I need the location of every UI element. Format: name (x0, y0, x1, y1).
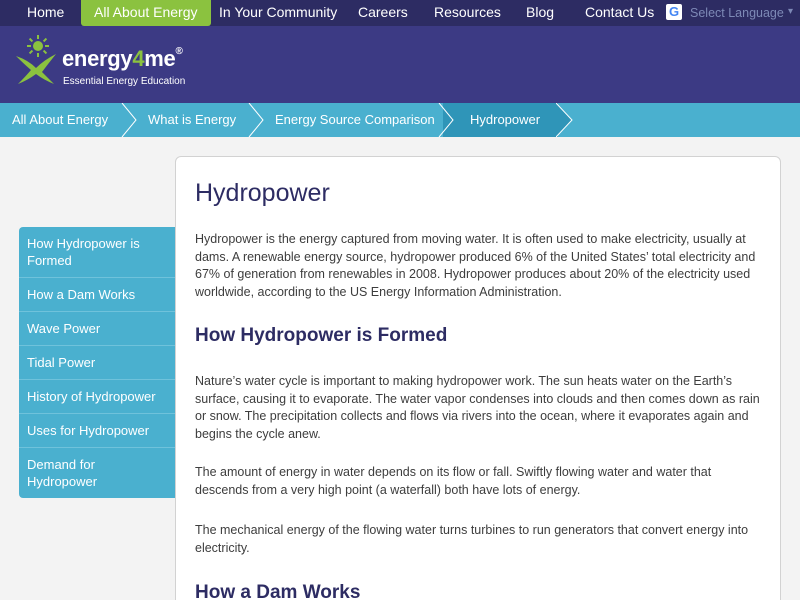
section-sidebar: How Hydropower is Formed How a Dam Works… (19, 227, 175, 498)
breadcrumb-chevron-icon (438, 103, 454, 137)
logo-word-me: me (144, 46, 176, 71)
breadcrumb-chevron-icon (248, 103, 264, 137)
sidebar-item-how-hydropower-is-formed[interactable]: How Hydropower is Formed (19, 227, 175, 278)
breadcrumb-hydropower: Hydropower (470, 112, 541, 127)
language-selector-label: Select Language (690, 6, 784, 20)
breadcrumb-energy-source-comparison[interactable]: Energy Source Comparison (275, 103, 435, 137)
sidebar-item-demand-for-hydropower[interactable]: Demand for Hydropower (19, 448, 175, 498)
water-cycle-paragraph: Nature’s water cycle is important to mak… (195, 374, 760, 441)
nav-careers[interactable]: Careers (358, 0, 408, 26)
site-header: energy4me® Essential Energy Education (0, 26, 800, 103)
nav-blog[interactable]: Blog (526, 0, 554, 26)
nav-in-your-community[interactable]: In Your Community (219, 0, 337, 26)
page-title: Hydropower (195, 179, 330, 207)
breadcrumb-active-arrow-icon (556, 103, 573, 137)
breadcrumb-chevron-icon (121, 103, 137, 137)
site-logo-text[interactable]: energy4me® (62, 46, 183, 72)
logo-word-energy: energy (62, 46, 133, 71)
nav-all-about-energy[interactable]: All About Energy (81, 0, 211, 26)
intro-paragraph: Hydropower is the energy captured from m… (195, 232, 756, 299)
breadcrumb-what-is-energy[interactable]: What is Energy (148, 103, 236, 137)
mechanical-energy-paragraph: The mechanical energy of the flowing wat… (195, 523, 749, 555)
content-panel: Hydropower Hydropower is the energy capt… (175, 156, 781, 600)
google-icon: G (666, 4, 682, 20)
registered-mark: ® (175, 45, 183, 57)
language-selector[interactable]: G Select Language ▾ (660, 0, 800, 26)
section-heading-how-a-dam-works: How a Dam Works (195, 582, 361, 600)
sidebar-item-uses-for-hydropower[interactable]: Uses for Hydropower (19, 414, 175, 448)
breadcrumb: All About Energy What is Energy Energy S… (0, 103, 800, 137)
energy-flow-paragraph: The amount of energy in water depends on… (195, 465, 712, 497)
section-heading-how-hydropower-is-formed: How Hydropower is Formed (195, 325, 448, 346)
logo-four: 4 (132, 46, 145, 71)
breadcrumb-all-about-energy[interactable]: All About Energy (12, 103, 108, 137)
nav-contact-us[interactable]: Contact Us (585, 0, 654, 26)
nav-resources[interactable]: Resources (434, 0, 501, 26)
sidebar-item-history-of-hydropower[interactable]: History of Hydropower (19, 380, 175, 414)
energy4me-logo-icon[interactable] (14, 34, 58, 86)
top-nav: Home All About Energy In Your Community … (0, 0, 800, 26)
nav-home[interactable]: Home (27, 0, 64, 26)
chevron-down-icon: ▾ (788, 6, 794, 17)
site-tagline: Essential Energy Education (63, 76, 186, 87)
sidebar-item-wave-power[interactable]: Wave Power (19, 312, 175, 346)
sidebar-item-tidal-power[interactable]: Tidal Power (19, 346, 175, 380)
sidebar-item-how-a-dam-works[interactable]: How a Dam Works (19, 278, 175, 312)
